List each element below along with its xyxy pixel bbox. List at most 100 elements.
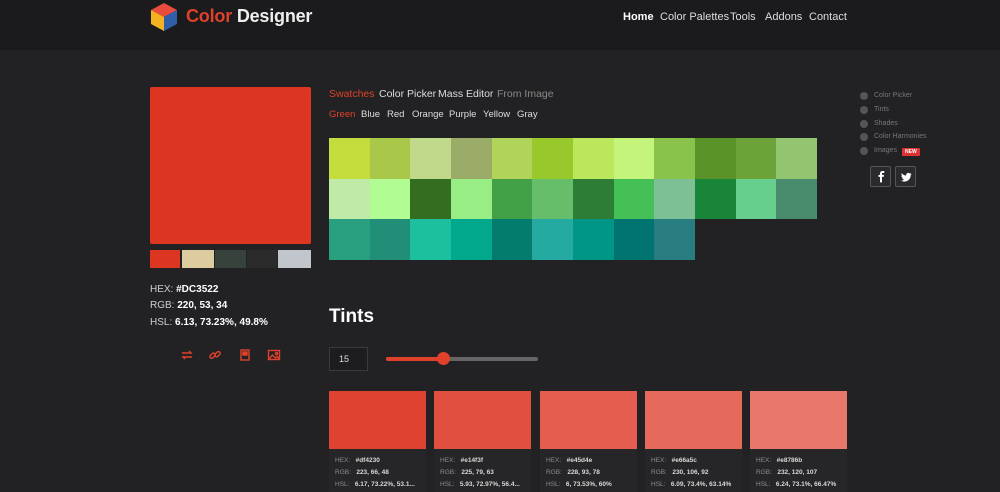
tint-swatch[interactable] <box>540 391 637 449</box>
tint-card[interactable]: HEX: #e45d4e RGB: 228, 93, 78 HSL: 6, 73… <box>540 391 637 492</box>
swatch-cell[interactable] <box>735 178 777 220</box>
nav-contact[interactable]: Contact <box>809 11 847 23</box>
palette-color-4[interactable] <box>247 250 277 268</box>
swatch-cell[interactable] <box>776 138 817 179</box>
swatch-cell[interactable] <box>451 138 492 179</box>
tab-mass-editor[interactable]: Mass Editor <box>438 88 493 100</box>
tint-swatch[interactable] <box>750 391 847 449</box>
sidebar-dot-icon <box>860 133 868 141</box>
tint-swatch[interactable] <box>329 391 426 449</box>
swatch-cell[interactable] <box>451 178 492 220</box>
swatch-cell[interactable] <box>369 178 411 220</box>
tint-swatch[interactable] <box>434 391 531 449</box>
sidebar-dot-icon <box>860 106 868 114</box>
tint-card[interactable]: HEX: #e8786b RGB: 232, 120, 107 HSL: 6.2… <box>750 391 847 492</box>
tint-rgb-label: RGB: <box>651 469 667 476</box>
swatch-cell[interactable] <box>695 178 736 220</box>
new-badge: NEW <box>902 148 920 156</box>
subtab-yellow[interactable]: Yellow <box>483 109 510 120</box>
tint-slider-fill <box>386 357 443 361</box>
link-icon[interactable] <box>208 348 222 362</box>
palette-color-5[interactable] <box>278 250 311 268</box>
swatch-cell[interactable] <box>573 178 614 220</box>
subtab-purple[interactable]: Purple <box>449 109 476 120</box>
swatch-cell[interactable] <box>613 178 655 220</box>
tab-color-picker[interactable]: Color Picker <box>379 88 436 100</box>
logo-cube-icon[interactable] <box>150 2 178 32</box>
tint-hex-value: #df4230 <box>355 457 380 464</box>
swatch-cell[interactable] <box>410 178 451 220</box>
twitter-share-button[interactable] <box>895 166 916 187</box>
bookmark-icon[interactable] <box>238 348 252 362</box>
subtab-red[interactable]: Red <box>387 109 404 120</box>
hex-value: #DC3522 <box>176 284 219 295</box>
tint-count-input[interactable] <box>329 347 368 371</box>
tint-hsl-label: HSL: <box>756 481 771 488</box>
tint-slider-track[interactable] <box>386 357 538 361</box>
swatch-cell[interactable] <box>410 138 451 179</box>
sidebar-item-label: Color Harmonies <box>874 133 927 140</box>
palette-color-2[interactable] <box>182 250 214 268</box>
palette-color-1[interactable] <box>150 250 180 268</box>
palette-color-3[interactable] <box>215 250 246 268</box>
swatch-cell[interactable] <box>369 138 411 179</box>
nav-home[interactable]: Home <box>623 11 654 23</box>
swatch-cell[interactable] <box>654 219 695 260</box>
tab-from-image[interactable]: From Image <box>497 88 554 100</box>
swatch-cell[interactable] <box>491 138 533 179</box>
swatch-cell[interactable] <box>613 219 655 260</box>
facebook-share-button[interactable] <box>870 166 891 187</box>
tint-rgb-value: 232, 120, 107 <box>777 469 818 476</box>
swatch-cell[interactable] <box>776 178 817 220</box>
sidebar-dot-icon <box>860 92 868 100</box>
swatch-cell[interactable] <box>573 219 614 260</box>
swatch-cell[interactable] <box>532 178 573 220</box>
swatch-cell[interactable] <box>329 219 370 260</box>
tint-hsl-value: 5.93, 72.97%, 56.4... <box>459 481 520 488</box>
tint-card[interactable]: HEX: #e66a5c RGB: 230, 106, 92 HSL: 6.09… <box>645 391 742 492</box>
swatch-cell[interactable] <box>329 178 370 220</box>
subtab-green[interactable]: Green <box>329 109 355 120</box>
hex-info: HEX: #DC3522 <box>150 284 218 295</box>
swatch-cell[interactable] <box>695 138 736 179</box>
nav-color-palettes[interactable]: Color Palettes <box>660 11 729 23</box>
swatch-cell[interactable] <box>532 219 573 260</box>
swatch-cell[interactable] <box>410 219 451 260</box>
swatch-cell[interactable] <box>532 138 573 179</box>
hsl-value: 6.13, 73.23%, 49.8% <box>175 317 268 328</box>
tint-hex-row: HEX: #e14f3f <box>440 457 528 464</box>
tint-hsl-label: HSL: <box>651 481 666 488</box>
swatch-cell[interactable] <box>451 219 492 260</box>
tint-swatch[interactable] <box>645 391 742 449</box>
tab-swatches[interactable]: Swatches <box>329 88 375 100</box>
tint-hex-value: #e45d4e <box>566 457 593 464</box>
tint-rgb-label: RGB: <box>440 469 456 476</box>
tint-card[interactable]: HEX: #df4230 RGB: 223, 66, 48 HSL: 6.17,… <box>329 391 426 492</box>
tint-slider-handle[interactable] <box>437 352 450 365</box>
subtab-gray[interactable]: Gray <box>517 109 538 120</box>
selected-color-swatch[interactable] <box>150 87 311 244</box>
swatch-cell[interactable] <box>329 138 370 179</box>
image-icon[interactable] <box>267 348 281 362</box>
swatch-cell[interactable] <box>654 178 695 220</box>
nav-tools[interactable]: Tools <box>730 11 756 23</box>
swatch-cell[interactable] <box>613 138 655 179</box>
swatch-cell[interactable] <box>573 138 614 179</box>
tint-hex-value: #e66a5c <box>671 457 697 464</box>
swatch-cell[interactable] <box>654 138 695 179</box>
shuffle-icon[interactable] <box>180 348 194 362</box>
swatch-cell[interactable] <box>491 178 533 220</box>
twitter-icon <box>901 172 912 182</box>
tint-hsl-row: HSL: 6.17, 73.22%, 53.1... <box>335 481 423 488</box>
brand-part-2: Designer <box>236 6 313 26</box>
subtab-orange[interactable]: Orange <box>412 109 444 120</box>
tint-rgb-label: RGB: <box>756 469 772 476</box>
nav-addons[interactable]: Addons <box>765 11 802 23</box>
subtab-blue[interactable]: Blue <box>361 109 380 120</box>
swatch-cell[interactable] <box>491 219 533 260</box>
brand-name[interactable]: Color Designer <box>186 6 312 27</box>
tint-hsl-row: HSL: 5.93, 72.97%, 56.4... <box>440 481 528 488</box>
swatch-cell[interactable] <box>735 138 777 179</box>
swatch-cell[interactable] <box>369 219 411 260</box>
tint-card[interactable]: HEX: #e14f3f RGB: 225, 79, 63 HSL: 5.93,… <box>434 391 531 492</box>
